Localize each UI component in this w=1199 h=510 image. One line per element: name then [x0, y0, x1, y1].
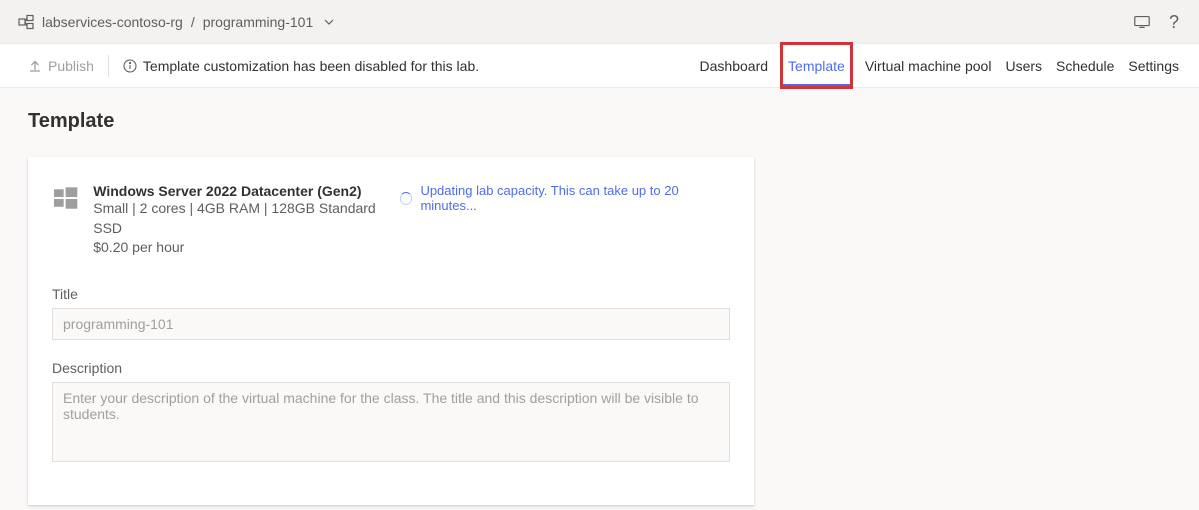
upload-icon [28, 59, 42, 73]
publish-button: Publish [28, 58, 94, 74]
breadcrumb-sep: / [191, 14, 195, 30]
vm-title: Windows Server 2022 Datacenter (Gen2) [93, 183, 400, 199]
breadcrumb-rg[interactable]: labservices-contoso-rg [42, 14, 183, 30]
command-bar: Publish Template customization has been … [0, 44, 1199, 88]
windows-icon [52, 185, 79, 213]
vm-price: $0.20 per hour [93, 238, 400, 258]
vm-summary-row: Windows Server 2022 Datacenter (Gen2) Sm… [52, 183, 730, 258]
breadcrumb-lab[interactable]: programming-101 [203, 14, 314, 30]
tab-vmpool[interactable]: Virtual machine pool [865, 44, 992, 87]
title-input[interactable] [52, 308, 730, 340]
separator [108, 55, 109, 77]
description-field: Description [52, 360, 730, 465]
description-input[interactable] [52, 382, 730, 462]
resource-group-icon [18, 14, 34, 30]
info-icon [123, 59, 137, 73]
top-right-icons: ? [1133, 13, 1179, 31]
tab-schedule[interactable]: Schedule [1056, 44, 1114, 87]
tab-dashboard[interactable]: Dashboard [700, 44, 769, 87]
title-field: Title [52, 286, 730, 340]
help-icon[interactable]: ? [1169, 13, 1179, 31]
page-body: Template Windows Server 2022 Datacenter … [0, 88, 1199, 510]
vm-meta: Small | 2 cores | 4GB RAM | 128GB Standa… [93, 199, 400, 238]
publish-label: Publish [48, 58, 94, 74]
tab-template[interactable]: Template [782, 44, 851, 87]
status-message: Updating lab capacity. This can take up … [400, 183, 730, 213]
notice-text: Template customization has been disabled… [143, 58, 479, 74]
page-title: Template [28, 110, 1199, 133]
template-card: Windows Server 2022 Datacenter (Gen2) Sm… [28, 157, 754, 505]
tab-users[interactable]: Users [1005, 44, 1042, 87]
chevron-down-icon[interactable] [323, 16, 335, 28]
title-label: Title [52, 286, 730, 302]
spinner-icon [400, 192, 413, 205]
description-label: Description [52, 360, 730, 376]
tab-settings[interactable]: Settings [1128, 44, 1179, 87]
notice: Template customization has been disabled… [123, 58, 479, 74]
status-text: Updating lab capacity. This can take up … [420, 183, 730, 213]
breadcrumb: labservices-contoso-rg / programming-101 [18, 14, 335, 30]
tabs: Dashboard Template Virtual machine pool … [700, 44, 1179, 87]
feedback-icon[interactable] [1133, 13, 1151, 31]
top-bar: labservices-contoso-rg / programming-101… [0, 0, 1199, 44]
